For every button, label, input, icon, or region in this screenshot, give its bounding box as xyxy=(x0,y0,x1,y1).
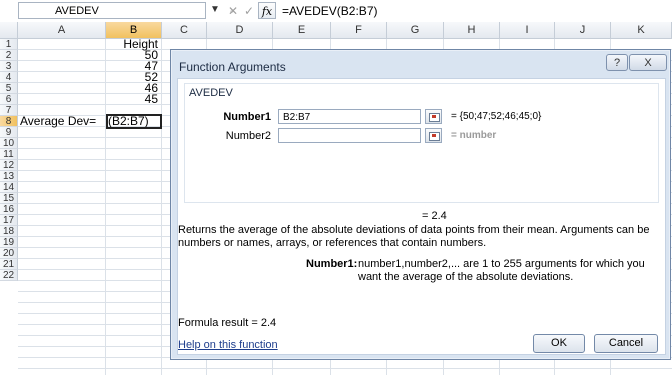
row-header-10[interactable]: 10 xyxy=(0,138,18,149)
number1-input[interactable]: B2:B7 xyxy=(278,109,421,124)
number2-evaluated: = number xyxy=(451,130,497,141)
column-header-e[interactable]: E xyxy=(273,22,331,39)
formula-input[interactable]: =AVEDEV(B2:B7) xyxy=(282,3,377,20)
column-header-c[interactable]: C xyxy=(162,22,207,39)
row-header-1[interactable]: 1 xyxy=(0,39,18,50)
close-icon[interactable]: X xyxy=(629,54,667,71)
function-arguments-dialog: Function Arguments ? X AVEDEV Number1 B2… xyxy=(170,49,671,360)
column-header-j[interactable]: J xyxy=(555,22,611,39)
row-header-13[interactable]: 13 xyxy=(0,171,18,182)
column-header-f[interactable]: F xyxy=(331,22,387,39)
number2-collapse-icon[interactable] xyxy=(425,128,442,143)
arguments-group: AVEDEV Number1 B2:B7 = {50;47;52;46;45;0… xyxy=(184,83,659,203)
help-icon[interactable]: ? xyxy=(606,54,628,71)
function-description: Returns the average of the absolute devi… xyxy=(178,224,650,249)
help-on-function-link[interactable]: Help on this function xyxy=(178,339,278,351)
name-box[interactable]: AVEDEV xyxy=(18,2,206,19)
number1-evaluated: = {50;47;52;46;45;0} xyxy=(451,111,542,122)
insert-function-button[interactable]: fx xyxy=(258,2,276,19)
row-header-2[interactable]: 2 xyxy=(0,50,18,61)
name-box-dropdown-icon[interactable]: ▼ xyxy=(210,4,220,15)
row-header-16[interactable]: 16 xyxy=(0,204,18,215)
cancel-icon[interactable]: ✕ xyxy=(225,3,241,19)
argument-description-label: Number1: xyxy=(306,258,358,270)
cancel-button[interactable]: Cancel xyxy=(594,334,658,353)
column-header-g[interactable]: G xyxy=(387,22,444,39)
function-name-label: AVEDEV xyxy=(189,87,233,99)
row-header-6[interactable]: 6 xyxy=(0,94,18,105)
row-header-20[interactable]: 20 xyxy=(0,248,18,259)
number1-collapse-icon[interactable] xyxy=(425,109,442,124)
row-header-3[interactable]: 3 xyxy=(0,61,18,72)
dialog-body: AVEDEV Number1 B2:B7 = {50;47;52;46;45;0… xyxy=(177,78,666,355)
row-header-12[interactable]: 12 xyxy=(0,160,18,171)
row-header-22[interactable]: 22 xyxy=(0,270,18,281)
number1-label: Number1 xyxy=(223,111,271,123)
column-header-i[interactable]: I xyxy=(500,22,555,39)
dialog-title: Function Arguments xyxy=(179,60,286,74)
row-header-4[interactable]: 4 xyxy=(0,72,18,83)
row-header-7[interactable]: 7 xyxy=(0,105,18,116)
select-all-corner[interactable] xyxy=(0,22,18,39)
row-header-15[interactable]: 15 xyxy=(0,193,18,204)
column-header-d[interactable]: D xyxy=(207,22,273,39)
number2-input[interactable] xyxy=(278,128,421,143)
row-header-14[interactable]: 14 xyxy=(0,182,18,193)
formula-bar: AVEDEV ▼ ◦ ✕ ✓ fx =AVEDEV(B2:B7) xyxy=(0,0,672,23)
row-header-8[interactable]: 8 xyxy=(0,116,18,127)
row-header-21[interactable]: 21 xyxy=(0,259,18,270)
row-header-19[interactable]: 19 xyxy=(0,237,18,248)
cell-b6[interactable]: 45 xyxy=(106,93,158,105)
column-header-a[interactable]: A xyxy=(18,22,106,39)
formula-result: Formula result = 2.4 xyxy=(178,317,277,329)
row-header-5[interactable]: 5 xyxy=(0,83,18,94)
row-header-9[interactable]: 9 xyxy=(0,127,18,138)
function-result-preview: = 2.4 xyxy=(422,210,447,222)
row-header-11[interactable]: 11 xyxy=(0,149,18,160)
argument-description: number1,number2,... are 1 to 255 argumen… xyxy=(358,258,645,283)
column-header-h[interactable]: H xyxy=(444,22,500,39)
cell-b8-active[interactable]: (B2:B7) xyxy=(106,114,162,129)
column-header-k[interactable]: K xyxy=(611,22,672,39)
number2-label: Number2 xyxy=(225,130,271,142)
row-header-18[interactable]: 18 xyxy=(0,226,18,237)
cell-a8[interactable]: Average Dev= xyxy=(20,115,106,127)
enter-icon[interactable]: ✓ xyxy=(241,3,257,19)
ok-button[interactable]: OK xyxy=(533,334,585,353)
row-header-17[interactable]: 17 xyxy=(0,215,18,226)
